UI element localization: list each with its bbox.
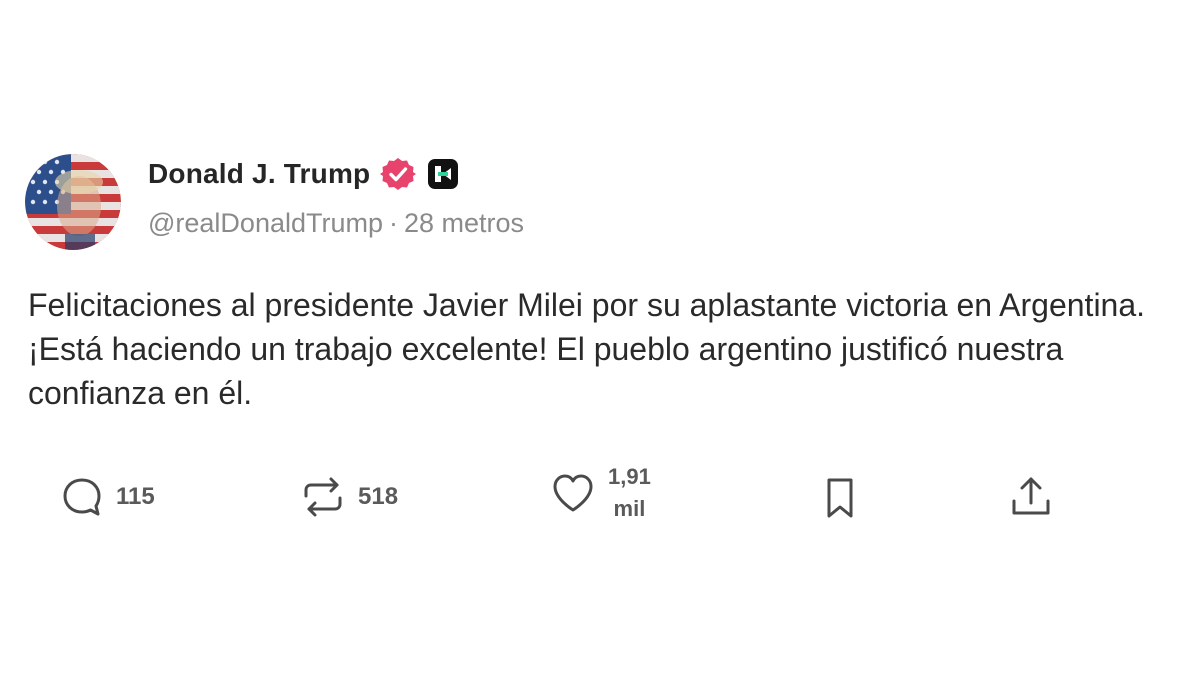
avatar[interactable] (25, 154, 121, 250)
reply-icon (63, 478, 101, 516)
post-card: Donald J. Trump @realDonaldTrump · 28 me… (0, 0, 1200, 675)
repost-icon (304, 477, 342, 517)
like-count-value: 1,91 (608, 464, 651, 489)
reply-button[interactable]: 115 (60, 475, 155, 519)
heart-icon (553, 474, 593, 512)
post-text: Felicitaciones al presidente Javier Mile… (28, 287, 1146, 411)
author-handle[interactable]: @realDonaldTrump (148, 208, 383, 239)
reply-count: 115 (116, 483, 155, 510)
verified-badge-icon (380, 158, 417, 190)
action-bar: 115 518 1,91 mil (0, 455, 1200, 545)
like-button[interactable]: 1,91 mil (550, 461, 651, 525)
separator-dot: · (389, 208, 398, 238)
like-count-unit: mil (613, 496, 646, 521)
post-timestamp[interactable]: 28 metros (404, 208, 524, 239)
repost-count: 518 (358, 483, 399, 510)
share-icon (1012, 477, 1050, 515)
repost-button[interactable]: 518 (300, 475, 398, 519)
platform-badge-icon (428, 159, 459, 189)
author-row: Donald J. Trump (148, 156, 460, 192)
like-count: 1,91 mil (608, 461, 651, 525)
share-button[interactable] (1008, 473, 1054, 521)
author-meta: @realDonaldTrump · 28 metros (148, 208, 524, 239)
bookmark-button[interactable] (820, 475, 860, 521)
bookmark-icon (827, 478, 853, 518)
avatar-image (25, 154, 121, 250)
author-name[interactable]: Donald J. Trump (148, 158, 370, 190)
